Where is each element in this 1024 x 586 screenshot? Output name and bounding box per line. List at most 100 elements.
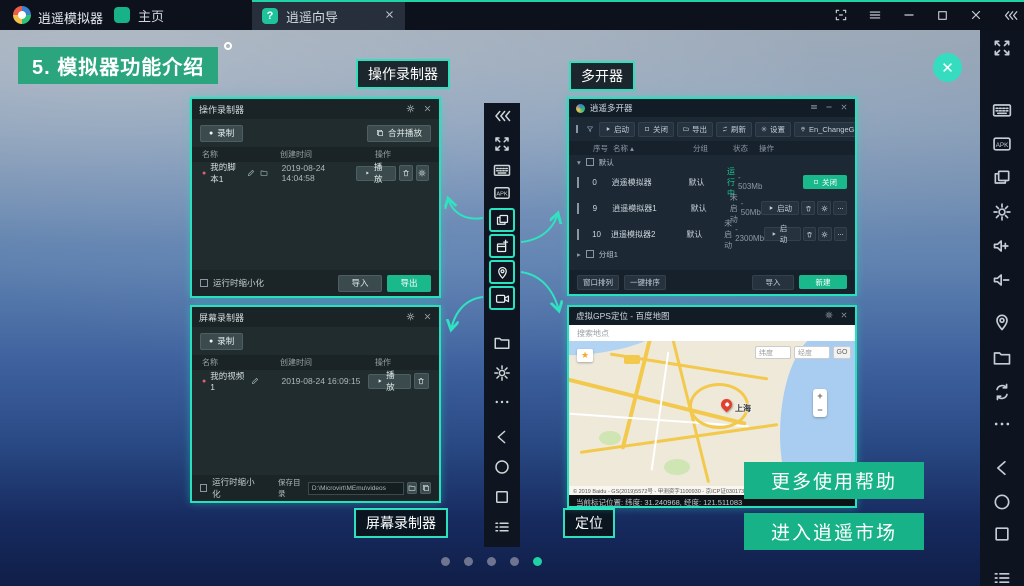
settings-button: 设置 <box>755 122 791 137</box>
more-help-button[interactable]: 更多使用帮助 <box>744 462 924 499</box>
edit-icon <box>251 377 259 385</box>
memu-logo-icon <box>13 6 31 24</box>
op-recorder-title: 操作录制器 <box>199 103 244 116</box>
record-button: ●录制 <box>200 125 243 142</box>
select-all-checkbox <box>576 125 578 133</box>
open-folder-icon <box>260 169 268 177</box>
import-button: 导入 <box>338 275 382 292</box>
more-icon <box>833 201 847 215</box>
main-menu-icon[interactable] <box>868 8 882 22</box>
page-dot-3[interactable] <box>487 557 496 566</box>
label-operation-recorder: 操作录制器 <box>356 59 450 89</box>
col-name: 名称 <box>202 149 280 160</box>
col-action: 操作 <box>375 357 391 368</box>
android-menu-icon[interactable] <box>992 568 1012 586</box>
minimize-label: 运行时缩小化 <box>213 277 264 289</box>
maximize-icon[interactable] <box>936 9 949 22</box>
open-location-icon <box>420 482 431 494</box>
gear-icon <box>825 311 833 321</box>
op-recorder-window: 操作录制器 ●录制 合并播放 名称 创建时间 操作 ● 我的脚本1 <box>190 97 441 298</box>
android-home-icon[interactable] <box>992 492 1012 512</box>
toolbar-illustration <box>484 103 520 547</box>
app-title: 逍遥模拟器 <box>38 8 103 27</box>
delete-icon <box>803 227 816 241</box>
wizard-page: 5. 模拟器功能介绍 ✕ 操作录制器 多开器 屏幕录制器 定位 操作录制器 ●录… <box>0 30 980 586</box>
android-recent-icon[interactable] <box>992 524 1012 544</box>
volume-down-icon[interactable] <box>992 270 1012 290</box>
close-window-icon[interactable] <box>969 8 983 22</box>
favorite-star-icon: ★ <box>577 349 593 362</box>
screen-recorder-titlebar: 屏幕录制器 <box>192 307 439 327</box>
record-dot-icon: ● <box>209 130 213 137</box>
emulator-toolbar <box>980 30 1024 586</box>
change-group-button: En_ChangeGroup <box>794 122 857 137</box>
tab-close-icon[interactable] <box>384 9 395 23</box>
volume-up-icon[interactable] <box>992 236 1012 256</box>
fullscreen-icon[interactable] <box>834 8 848 22</box>
tab-wizard[interactable]: ? 逍遥向导 <box>252 2 405 30</box>
apk-install-icon[interactable] <box>992 134 1012 154</box>
col-no: 序号 <box>593 143 613 154</box>
stop-button: 关闭 <box>638 122 674 137</box>
location-pin-icon[interactable] <box>992 312 1012 332</box>
script-created: 2019-08-24 14:04:58 <box>282 163 357 183</box>
android-recent-icon <box>492 487 512 507</box>
menu-icon <box>810 103 818 113</box>
rotate-screen-icon[interactable] <box>992 382 1012 402</box>
page-dot-2[interactable] <box>464 557 473 566</box>
minimize-icon <box>825 103 833 113</box>
city-label: 上海 <box>735 403 751 414</box>
minimize-checkbox <box>200 484 207 492</box>
col-created: 创建时间 <box>280 149 375 160</box>
enter-market-button[interactable]: 进入逍遥市场 <box>744 513 924 550</box>
keyboard-icon <box>492 160 512 180</box>
latitude-input: 纬度 <box>755 346 791 359</box>
map-search-input: 搜索地点 <box>569 325 855 341</box>
android-back-icon[interactable] <box>992 458 1012 478</box>
gear-icon <box>406 104 415 115</box>
import-button: 导入 <box>752 275 794 290</box>
window-controls <box>834 0 1018 30</box>
home-tab-label: 主页 <box>138 6 164 25</box>
road-number-badge <box>624 355 640 364</box>
script-name: 我的脚本1 <box>210 161 241 185</box>
delete-icon <box>414 373 429 389</box>
shared-folder-icon <box>492 333 512 353</box>
coordinate-inputs: 纬度 经度 GO <box>755 346 851 359</box>
minimize-icon[interactable] <box>902 8 916 22</box>
multi-titlebar: 逍遥多开器 <box>569 99 855 117</box>
save-path-input <box>308 482 404 495</box>
wizard-close-button[interactable]: ✕ <box>933 53 962 82</box>
wizard-tab-label: 逍遥向导 <box>286 7 338 26</box>
page-dot-5-active[interactable] <box>533 557 542 566</box>
keyboard-icon[interactable] <box>992 100 1012 120</box>
arrange-windows-button: 窗口排列 <box>577 275 619 290</box>
apk-install-icon <box>492 183 512 203</box>
status-dot-icon: ● <box>202 170 206 177</box>
more-options-icon[interactable] <box>992 414 1012 434</box>
shared-folder-icon[interactable] <box>992 348 1012 368</box>
page-dot-1[interactable] <box>441 557 450 566</box>
settings-gear-icon[interactable] <box>992 202 1012 222</box>
question-icon: ? <box>262 8 278 24</box>
minimize-label: 运行时缩小化 <box>212 476 256 500</box>
label-multi-instance: 多开器 <box>569 61 635 91</box>
record-button: ●录制 <box>200 333 243 350</box>
multi-window-icon[interactable] <box>992 168 1012 188</box>
close-icon <box>840 311 848 321</box>
settings-icon <box>818 227 831 241</box>
sidebar-collapse-icon[interactable] <box>1003 8 1018 23</box>
col-action: 操作 <box>759 143 847 154</box>
screen-record-icon-highlighted <box>489 286 515 310</box>
settings-gear-icon <box>492 363 512 383</box>
merge-play-button: 合并播放 <box>367 125 431 142</box>
minimize-checkbox <box>200 279 208 287</box>
settings-icon <box>817 201 831 215</box>
script-row: ● 我的脚本1 2019-08-24 14:04:58 播放 <box>192 162 439 184</box>
fullscreen-expand-icon[interactable] <box>992 38 1012 58</box>
tab-home[interactable]: 主页 <box>104 0 174 30</box>
col-name: 名称 <box>202 357 280 368</box>
page-dot-4[interactable] <box>510 557 519 566</box>
save-path-label: 保存目录 <box>278 477 304 499</box>
zoom-in-icon: + <box>817 391 822 401</box>
